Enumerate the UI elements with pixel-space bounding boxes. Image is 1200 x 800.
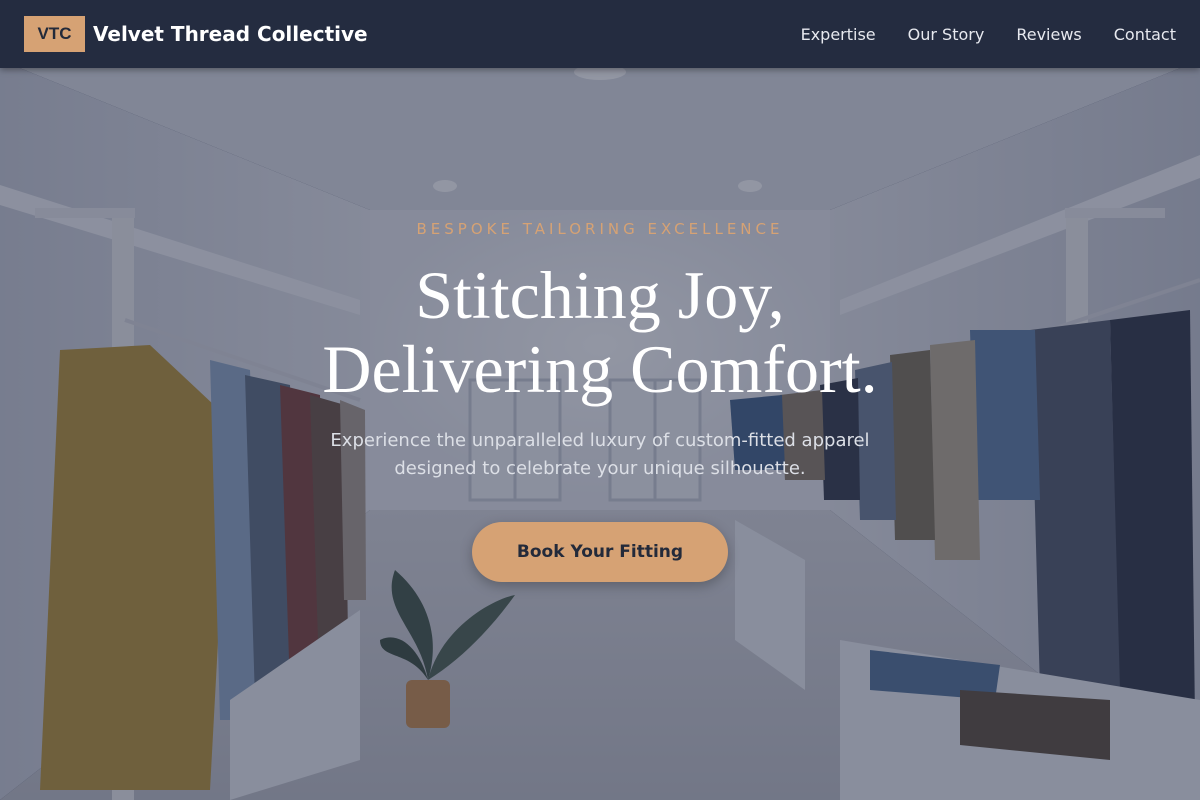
nav-link-reviews[interactable]: Reviews (1016, 25, 1081, 44)
hero-subtext: Experience the unparalleled luxury of cu… (330, 430, 870, 479)
hero-content: BESPOKE TAILORING EXCELLENCE Stitching J… (0, 0, 1200, 800)
book-fitting-button[interactable]: Book Your Fitting (472, 522, 728, 582)
brand-name[interactable]: Velvet Thread Collective (93, 22, 368, 46)
hero-headline-line-1: Stitching Joy, (415, 257, 785, 333)
nav-links: Expertise Our Story Reviews Contact (801, 25, 1176, 44)
nav-link-expertise[interactable]: Expertise (801, 25, 876, 44)
nav-link-contact[interactable]: Contact (1114, 25, 1176, 44)
hero-headline: Stitching Joy, Delivering Comfort. (0, 258, 1200, 406)
brand[interactable]: VTC Velvet Thread Collective (24, 16, 368, 52)
hero-eyebrow: BESPOKE TAILORING EXCELLENCE (416, 220, 784, 238)
brand-logo-badge[interactable]: VTC (24, 16, 85, 52)
navbar: VTC Velvet Thread Collective Expertise O… (0, 0, 1200, 68)
nav-link-our-story[interactable]: Our Story (908, 25, 985, 44)
hero-headline-line-2: Delivering Comfort. (322, 331, 878, 407)
